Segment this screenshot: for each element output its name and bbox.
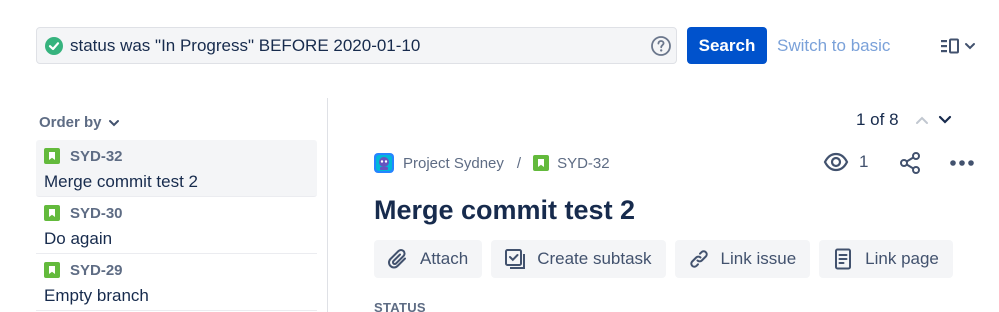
issue-key: SYD-30: [70, 204, 123, 222]
story-icon: [44, 148, 60, 164]
link-issue-label: Link issue: [720, 249, 797, 268]
pager-count: 1 of 8: [856, 110, 899, 129]
link-page-button[interactable]: Link page: [819, 240, 953, 278]
issue-list-item[interactable]: SYD-29 Empty branch: [36, 254, 317, 311]
attach-button[interactable]: Attach: [374, 240, 483, 278]
order-by-label: Order by: [39, 114, 102, 131]
link-page-label: Link page: [865, 249, 939, 268]
detail-view-icon: [941, 38, 959, 54]
paperclip-icon: [388, 248, 406, 269]
story-icon: [44, 262, 60, 278]
jql-search-field[interactable]: status was "In Progress" BEFORE 2020-01-…: [36, 27, 677, 64]
check-circle-icon: [45, 36, 63, 55]
chevron-down-icon: [965, 43, 975, 50]
issue-key: SYD-29: [70, 261, 123, 279]
watch-button[interactable]: 1: [823, 151, 868, 173]
panel-divider[interactable]: [327, 98, 328, 312]
search-button[interactable]: Search: [687, 27, 767, 64]
share-icon[interactable]: [898, 151, 922, 175]
issue-list-item[interactable]: SYD-32 Merge commit test 2: [36, 140, 317, 197]
issue-summary: Merge commit test 2: [44, 172, 198, 191]
previous-issue-icon[interactable]: [914, 113, 930, 127]
create-subtask-label: Create subtask: [537, 249, 652, 268]
breadcrumb: Project Sydney / SYD-32: [374, 153, 610, 173]
link-icon: [689, 250, 708, 268]
breadcrumb-issue-link[interactable]: SYD-32: [557, 155, 610, 172]
create-subtask-button[interactable]: Create subtask: [491, 240, 666, 278]
order-by-dropdown[interactable]: Order by: [39, 114, 120, 131]
status-section-label: STATUS: [374, 300, 426, 312]
link-issue-button[interactable]: Link issue: [674, 240, 811, 278]
story-icon: [44, 205, 60, 221]
layout-switcher-button[interactable]: [940, 36, 980, 56]
breadcrumb-project-link[interactable]: Project Sydney: [403, 155, 504, 172]
page-icon: [835, 248, 852, 270]
issue-title[interactable]: Merge commit test 2: [374, 195, 635, 226]
story-icon: [533, 155, 550, 171]
issue-summary: Do again: [44, 229, 113, 248]
switch-to-basic-link[interactable]: Switch to basic: [777, 36, 890, 56]
project-avatar-icon: [374, 153, 394, 173]
breadcrumb-separator: /: [516, 154, 522, 172]
jql-query-text[interactable]: status was "In Progress" BEFORE 2020-01-…: [70, 36, 420, 56]
attach-label: Attach: [420, 249, 469, 268]
issue-summary: Empty branch: [44, 286, 149, 305]
chevron-down-icon: [108, 119, 119, 126]
issue-key: SYD-32: [70, 147, 123, 165]
watcher-count: 1: [859, 152, 869, 171]
help-icon[interactable]: [650, 35, 672, 57]
issue-action-bar: Attach Create subtask Link issue Link pa…: [374, 240, 953, 278]
more-actions-icon[interactable]: [949, 159, 975, 167]
eye-icon: [823, 152, 849, 172]
issue-list-item[interactable]: SYD-30 Do again: [36, 197, 317, 254]
subtask-icon: [505, 249, 526, 269]
next-issue-icon[interactable]: [937, 113, 953, 127]
issue-list: SYD-32 Merge commit test 2 SYD-30 Do aga…: [36, 140, 317, 311]
